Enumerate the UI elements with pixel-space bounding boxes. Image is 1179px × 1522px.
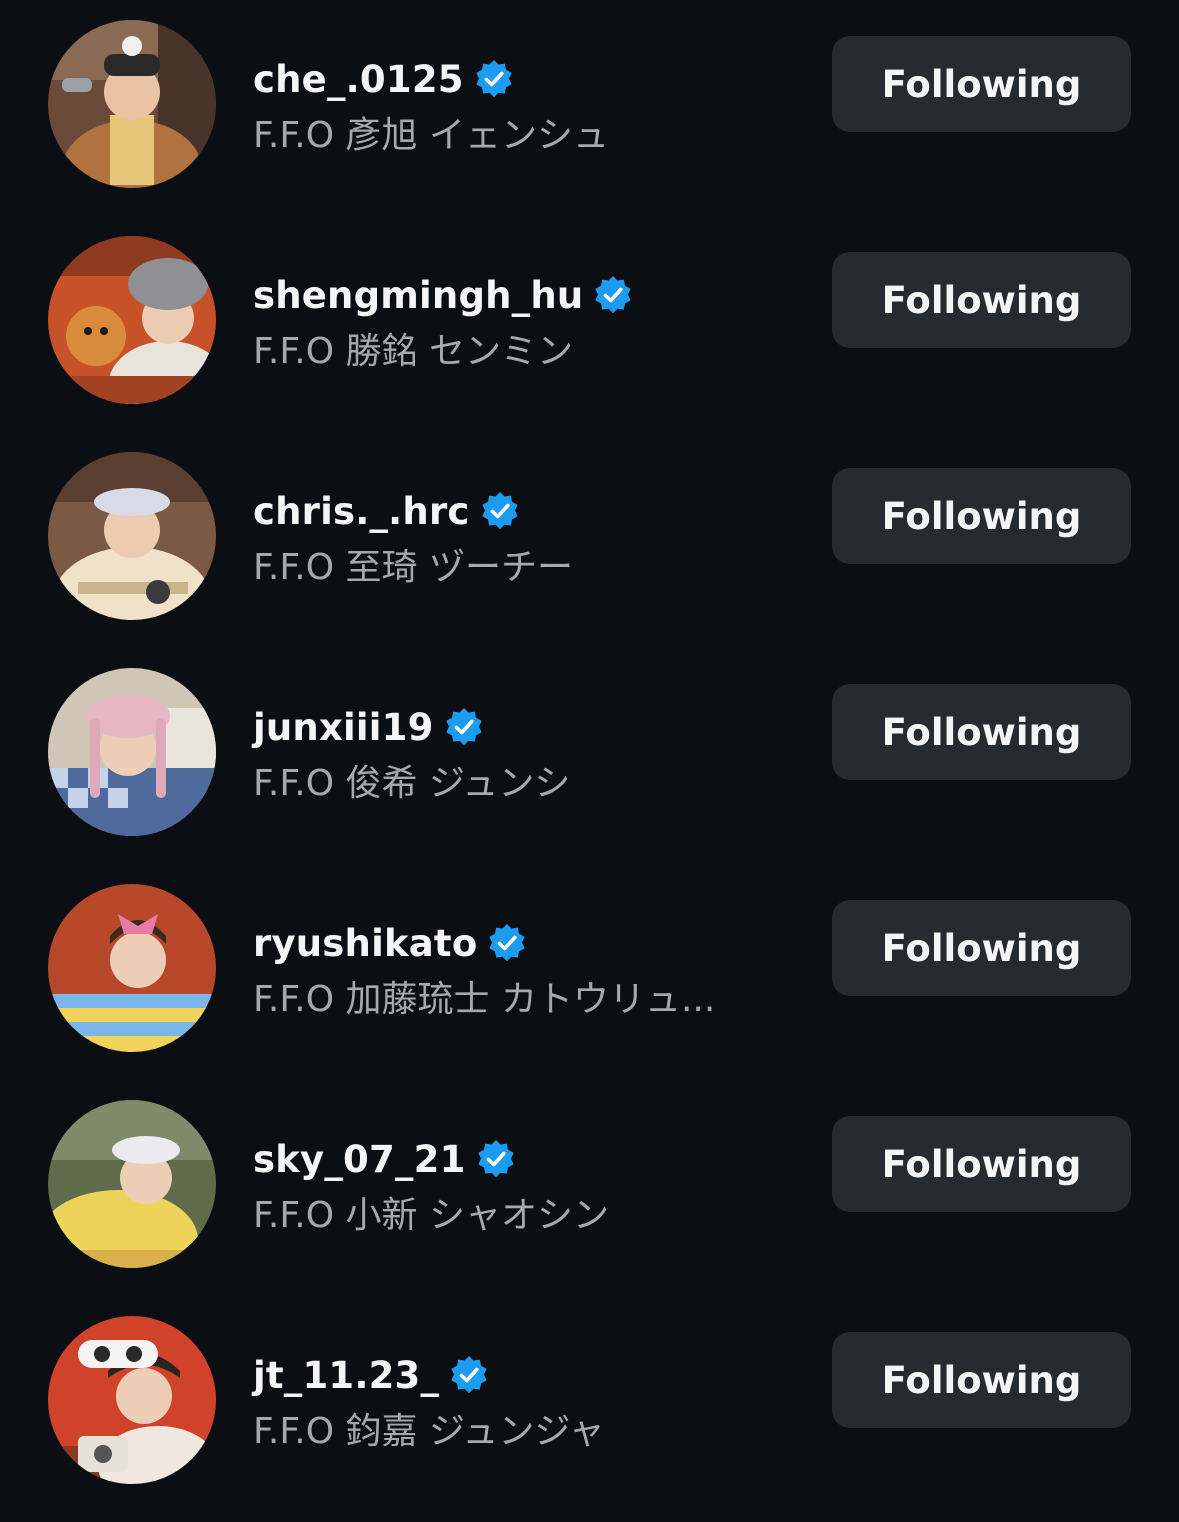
account-row[interactable]: che_.0125 F.F.O 彥旭 イェンシュ Following: [0, 0, 1179, 216]
verified-badge-icon: [445, 708, 482, 746]
verified-badge-icon: [489, 924, 526, 962]
username-line: shengmingh_hu: [253, 268, 633, 322]
display-name: F.F.O 加藤琉士 カトウリュ...: [253, 979, 716, 1020]
username[interactable]: shengmingh_hu: [253, 274, 583, 317]
username[interactable]: che_.0125: [253, 58, 464, 101]
username-line: sky_07_21: [253, 1132, 516, 1186]
avatar[interactable]: [48, 1316, 216, 1484]
following-button[interactable]: Following: [832, 468, 1131, 564]
account-row[interactable]: ryushikato F.F.O 加藤琉士 カトウリュ... Following: [0, 864, 1179, 1080]
verified-badge-icon: [477, 1140, 514, 1178]
username[interactable]: jt_11.23_: [253, 1354, 439, 1397]
account-row[interactable]: sky_07_21 F.F.O 小新 シャオシン Following: [0, 1080, 1179, 1296]
username[interactable]: ryushikato: [253, 922, 477, 965]
account-row[interactable]: shengmingh_hu F.F.O 勝銘 センミン Following: [0, 216, 1179, 432]
account-row[interactable]: jt_11.23_ F.F.O 鈞嘉 ジュンジャ Following: [0, 1296, 1179, 1512]
username-line: che_.0125: [253, 52, 514, 106]
avatar[interactable]: [48, 1100, 216, 1268]
username[interactable]: chris._.hrc: [253, 490, 470, 533]
display-name: F.F.O 彥旭 イェンシュ: [253, 115, 609, 156]
username-line: chris._.hrc: [253, 484, 520, 538]
username[interactable]: junxiii19: [253, 706, 434, 749]
following-button[interactable]: Following: [832, 900, 1131, 996]
following-button[interactable]: Following: [832, 1116, 1131, 1212]
verified-badge-icon: [476, 60, 512, 98]
verified-badge-icon: [595, 276, 632, 314]
avatar[interactable]: [48, 668, 216, 836]
verified-badge-icon: [481, 492, 518, 530]
following-button[interactable]: Following: [832, 36, 1131, 132]
display-name: F.F.O 鈞嘉 ジュンジャ: [253, 1411, 605, 1452]
avatar[interactable]: [48, 884, 216, 1052]
avatar[interactable]: [48, 20, 216, 188]
username[interactable]: sky_07_21: [253, 1138, 466, 1181]
display-name: F.F.O 勝銘 センミン: [253, 331, 573, 372]
display-name: F.F.O 小新 シャオシン: [253, 1195, 609, 1236]
display-name: F.F.O 至琦 ヅーチー: [253, 547, 573, 588]
account-row[interactable]: chris._.hrc F.F.O 至琦 ヅーチー Following: [0, 432, 1179, 648]
account-row[interactable]: junxiii19 F.F.O 俊希 ジュンシ Following: [0, 648, 1179, 864]
username-line: junxiii19: [253, 700, 484, 754]
verified-badge-icon: [451, 1356, 487, 1394]
display-name: F.F.O 俊希 ジュンシ: [253, 763, 571, 804]
username-line: jt_11.23_: [253, 1348, 489, 1402]
following-button[interactable]: Following: [832, 684, 1131, 780]
avatar[interactable]: [48, 236, 216, 404]
following-list: che_.0125 F.F.O 彥旭 イェンシュ Following sheng…: [0, 0, 1179, 1522]
following-button[interactable]: Following: [832, 1332, 1131, 1428]
avatar[interactable]: [48, 452, 216, 620]
following-button[interactable]: Following: [832, 252, 1131, 348]
username-line: ryushikato: [253, 916, 527, 970]
